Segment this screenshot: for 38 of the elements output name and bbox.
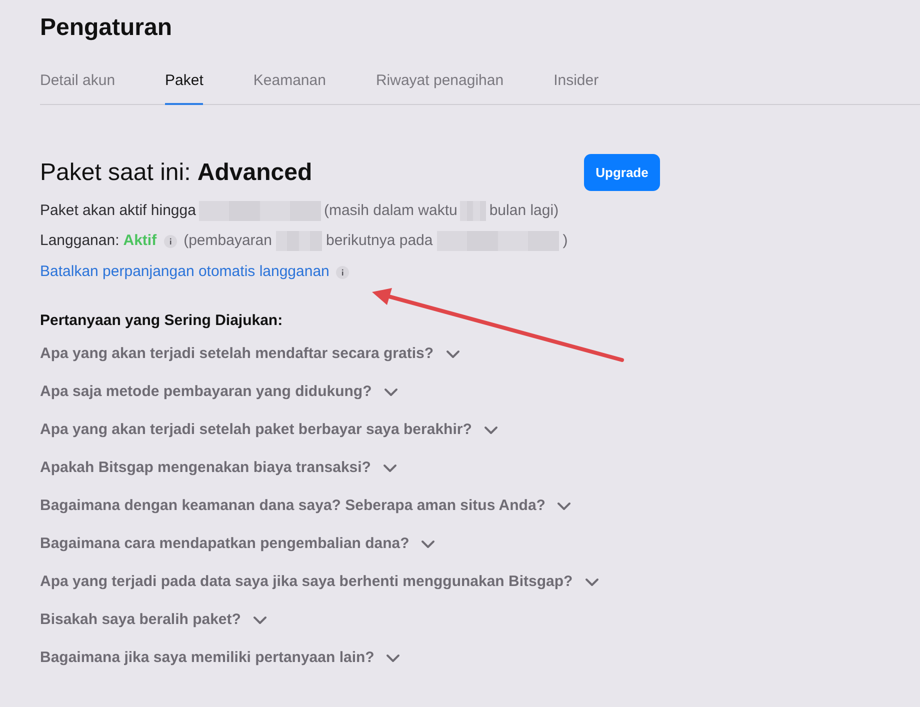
faq-question[interactable]: Apa yang akan terjadi setelah mendaftar secara gratis? [40,344,460,364]
faq-question[interactable]: Bagaimana jika saya memiliki pertanyaan lain? [40,648,400,668]
chevron-down-icon [386,654,400,662]
tab[interactable]: Paket [165,71,204,105]
faq-question[interactable]: Bagaimana cara mendapatkan pengembalian dana? [40,534,436,554]
upgrade-button[interactable]: Upgrade [584,154,660,191]
cancel-renewal-link[interactable]: Batalkan perpanjangan otomatis langganan [40,262,330,282]
faq-question[interactable]: Bagaimana dengan keamanan dana saya? Seberapa aman situs Anda? [40,496,572,516]
status-text: Paket akan aktif hingga [40,201,196,221]
faq-question[interactable]: Apa saja metode pembayaran yang didukung? [40,382,398,402]
tab[interactable]: Insider [554,71,599,105]
tab[interactable]: Keamanan [253,71,326,105]
tab[interactable]: Detail akun [40,71,116,105]
faq-heading: Pertanyaan yang Sering Diajukan: [40,311,284,331]
chevron-down-icon [584,578,599,586]
info-icon[interactable] [164,234,177,248]
subscription-label: Langganan: [40,231,120,251]
page-title: Pengaturan [40,13,174,43]
note-text: ) [562,231,568,251]
note-text: (pembayaran [184,231,272,251]
info-icon[interactable] [336,266,350,278]
chevron-down-icon [252,616,267,624]
chevron-down-icon [484,426,498,434]
chevron-down-icon [446,350,460,358]
note-text: bulan lagi) [489,201,559,221]
chevron-down-icon [384,388,398,396]
tab[interactable]: Riwayat penagihan [376,71,504,105]
faq-question[interactable]: Bisakah saya beralih paket? [40,610,267,630]
faq-question[interactable]: Apa yang terjadi pada data saya jika saya berhenti menggunakan Bitsgap? [40,572,599,592]
note-text: berikutnya pada [326,231,433,251]
status-active: Aktif [123,231,157,251]
chevron-down-icon [557,502,572,510]
note-text: (masih dalam waktu [324,201,458,221]
faq-question[interactable]: Apa yang akan terjadi setelah paket berbayar saya berakhir? [40,420,498,440]
faq-question[interactable]: Apakah Bitsgap mengenakan biaya transaksi? [40,458,397,478]
plan-heading: Paket saat ini: Advanced [40,158,312,188]
chevron-down-icon [382,464,397,472]
chevron-down-icon [421,540,436,548]
